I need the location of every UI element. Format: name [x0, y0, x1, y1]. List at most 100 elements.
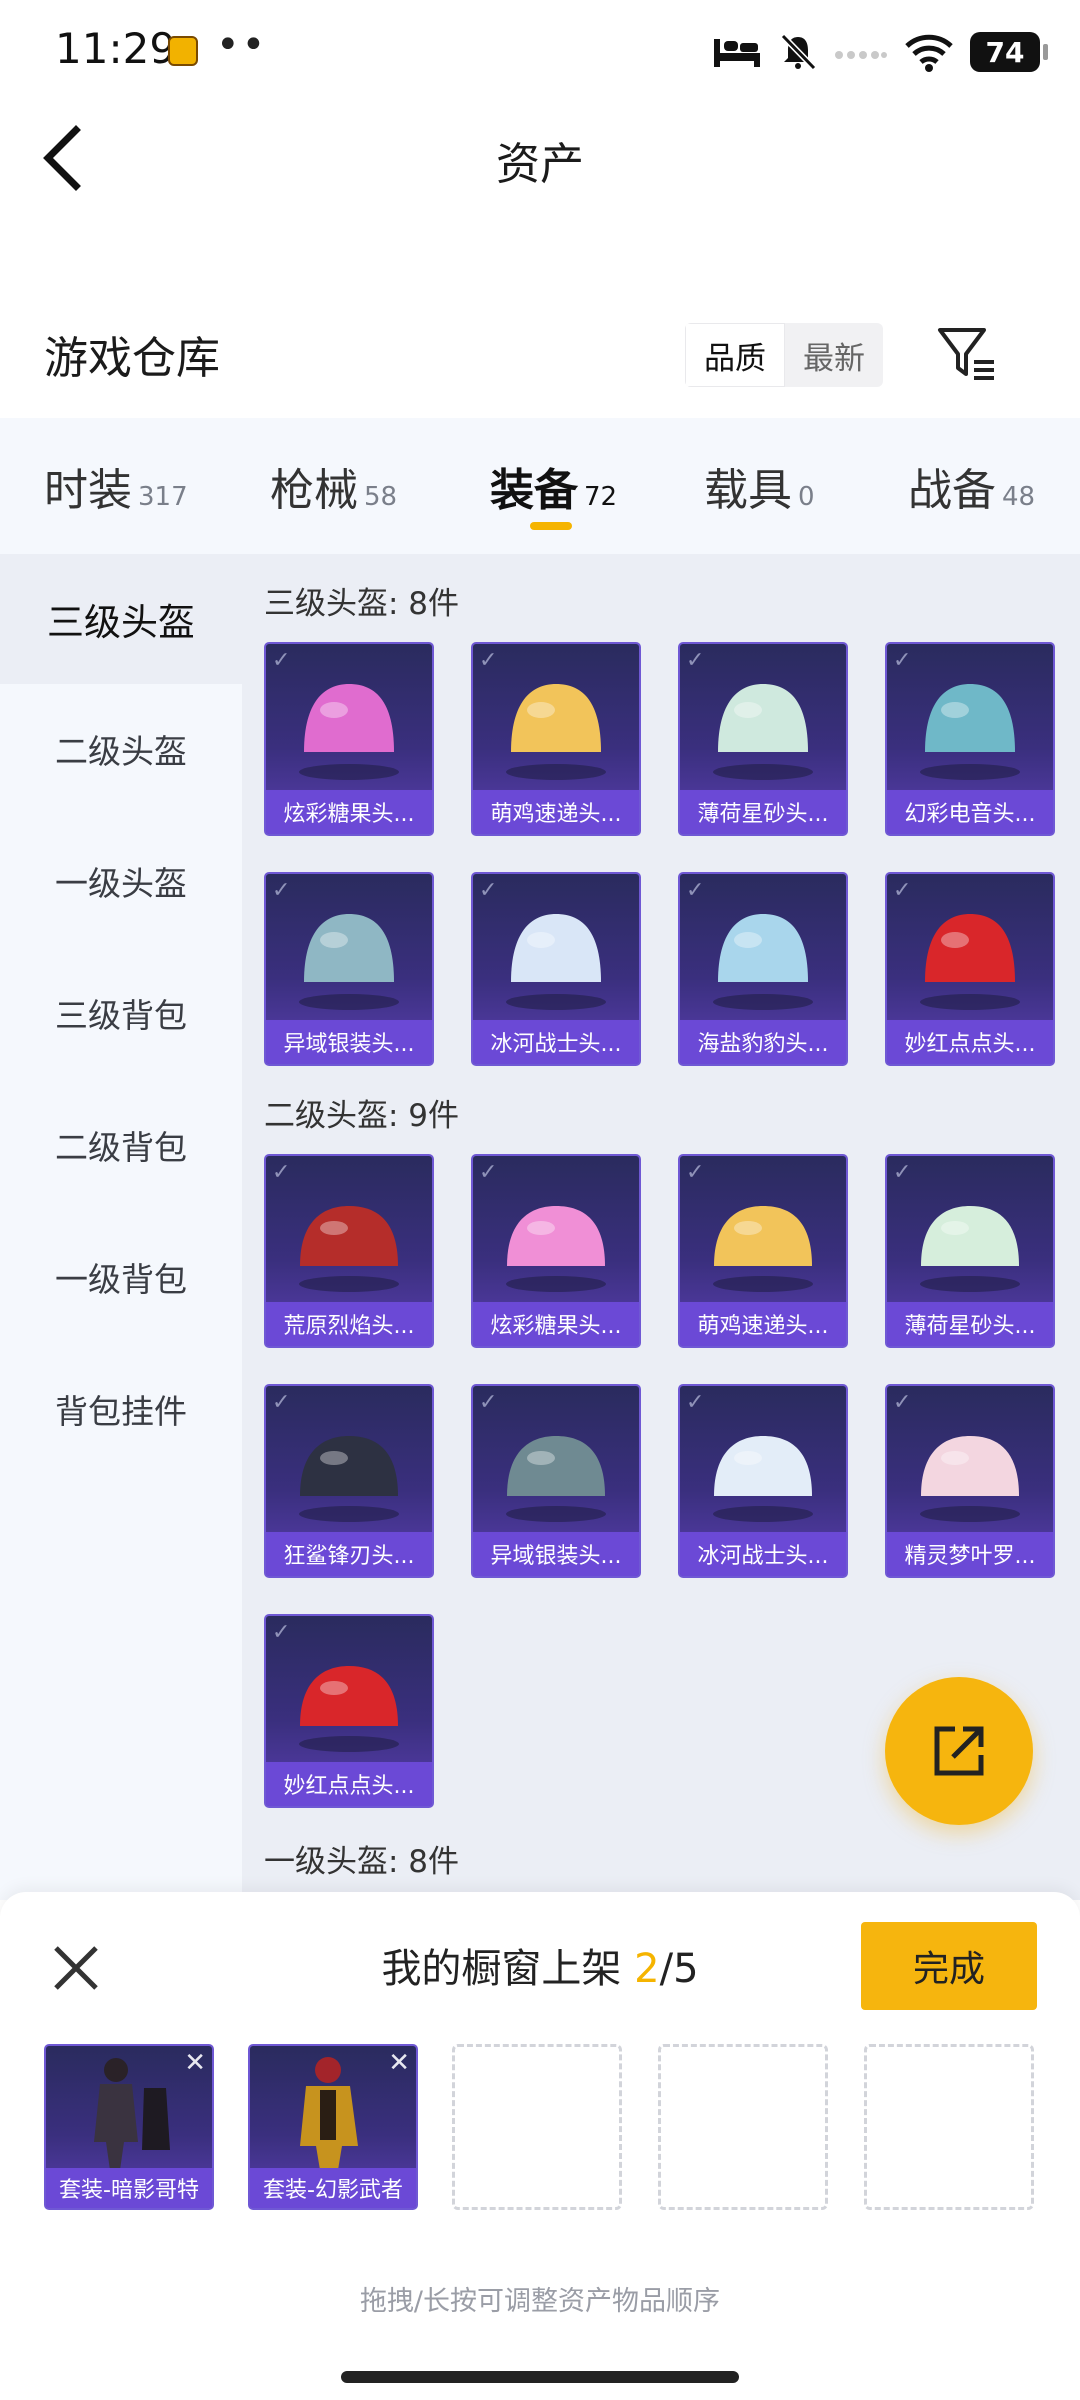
helmet-shape	[925, 914, 1015, 982]
helmet-shape	[925, 684, 1015, 752]
item-name: 薄荷星砂头...	[904, 1314, 1036, 1339]
sidebar-item-level1-backpack[interactable]: 一级背包	[0, 1212, 242, 1342]
item-card[interactable]: ✓ 萌鸡速递头...	[678, 1154, 848, 1348]
item-name: 妙红点点头...	[904, 1032, 1036, 1057]
item-card[interactable]: ✓ 炫彩糖果头...	[264, 642, 434, 836]
status-time: 11:29	[55, 24, 177, 73]
helmet-image	[920, 1436, 1020, 1522]
bed-icon	[714, 39, 760, 67]
warehouse-title: 游戏仓库	[44, 333, 220, 384]
item-card[interactable]: ✓ 薄荷星砂头...	[678, 642, 848, 836]
showcase-count-total: /5	[659, 1946, 699, 1992]
wifi-icon	[905, 34, 953, 72]
helmet-shape	[507, 1436, 605, 1496]
tab-count: 58	[364, 482, 398, 512]
tab-label: 载具	[704, 465, 792, 516]
helmet-image	[299, 1206, 399, 1292]
home-indicator[interactable]	[341, 2371, 739, 2383]
share-button[interactable]	[885, 1677, 1033, 1825]
sort-by-quality[interactable]: 品质	[685, 323, 785, 387]
tab-vehicles[interactable]: 载具 0	[704, 454, 815, 516]
empty-showcase-slot[interactable]	[452, 2044, 622, 2210]
item-card[interactable]: ✓ 幻彩电音头...	[885, 642, 1055, 836]
helmet-image	[920, 684, 1020, 780]
tab-count: 0	[798, 482, 815, 512]
item-card[interactable]: ✓ 冰河战士头...	[678, 1384, 848, 1578]
helmet-image	[713, 1206, 813, 1292]
helmet-shape	[304, 914, 394, 982]
section-title-level1-helmet: 一级头盔: 8件	[264, 1844, 460, 1880]
status-dots: ••	[216, 22, 268, 68]
helmet-shape	[300, 1436, 398, 1496]
helmet-shape	[921, 1436, 1019, 1496]
slot-name: 套装-暗影哥特	[59, 2178, 199, 2203]
item-card[interactable]: ✓ 异域银装头...	[471, 1384, 641, 1578]
active-tab-indicator	[530, 522, 572, 530]
empty-showcase-slot[interactable]	[864, 2044, 1034, 2210]
tab-label: 枪械	[270, 465, 358, 516]
helmet-image	[299, 1666, 399, 1752]
item-card[interactable]: ✓ 萌鸡速递头...	[471, 642, 641, 836]
item-card[interactable]: ✓ 精灵梦叶罗...	[885, 1384, 1055, 1578]
tab-count: 72	[584, 482, 618, 512]
signal-icon	[835, 51, 887, 59]
item-card[interactable]: ✓ 薄荷星砂头...	[885, 1154, 1055, 1348]
tab-count: 48	[1002, 482, 1036, 512]
helmet-image	[920, 914, 1020, 1010]
reorder-hint: 拖拽/长按可调整资产物品顺序	[359, 2286, 721, 2317]
sidebar-item-level3-helmet[interactable]: 三级头盔	[0, 554, 242, 684]
sidebar-item-level2-backpack[interactable]: 二级背包	[0, 1080, 242, 1210]
tab-label: 战备	[908, 465, 996, 516]
item-card[interactable]: ✓ 狂鲨锋刃头...	[264, 1384, 434, 1578]
helmet-image	[713, 684, 813, 780]
battery-level: 74	[985, 35, 1025, 69]
item-name: 狂鲨锋刃头...	[283, 1544, 415, 1569]
sidebar-item-backpack-charm[interactable]: 背包挂件	[0, 1344, 242, 1474]
done-button[interactable]: 完成	[861, 1922, 1037, 2010]
helmet-shape	[511, 684, 601, 752]
sort-by-newest[interactable]: 最新	[785, 323, 883, 387]
item-card[interactable]: ✓ 妙红点点头...	[885, 872, 1055, 1066]
filter-button[interactable]	[934, 322, 998, 386]
item-card[interactable]: ✓ 炫彩糖果头...	[471, 1154, 641, 1348]
item-name: 精灵梦叶罗...	[904, 1544, 1036, 1569]
remove-slot-icon[interactable]: ✕	[184, 2048, 206, 2078]
showcase-slot[interactable]: ✕ 套装-暗影哥特	[44, 2044, 214, 2210]
item-card[interactable]: ✓ 冰河战士头...	[471, 872, 641, 1066]
tab-fashion[interactable]: 时装 317	[44, 454, 188, 516]
section-title-level3-helmet: 三级头盔: 8件	[264, 586, 460, 622]
tab-battle-prep[interactable]: 战备 48	[908, 454, 1036, 516]
tab-label: 装备	[490, 465, 578, 516]
item-card[interactable]: ✓ 海盐豹豹头...	[678, 872, 848, 1066]
sidebar-item-level3-backpack[interactable]: 三级背包	[0, 948, 242, 1078]
item-card[interactable]: ✓ 妙红点点头...	[264, 1614, 434, 1808]
remove-slot-icon[interactable]: ✕	[388, 2048, 410, 2078]
helmet-shape	[300, 1666, 398, 1726]
outfit-shape	[94, 2084, 138, 2170]
showcase-count-current: 2	[634, 1946, 660, 1992]
showcase-slot[interactable]: ✕ 套装-幻影武者	[248, 2044, 418, 2210]
sidebar-item-level2-helmet[interactable]: 二级头盔	[0, 684, 242, 814]
item-name: 荒原烈焰头...	[283, 1314, 415, 1339]
tab-guns[interactable]: 枪械 58	[270, 454, 398, 516]
tab-label: 时装	[44, 465, 132, 516]
sidebar-item-level1-helmet[interactable]: 一级头盔	[0, 816, 242, 946]
item-name: 异域银装头...	[490, 1544, 622, 1569]
tab-equipment[interactable]: 装备 72	[490, 454, 618, 516]
item-name: 薄荷星砂头...	[697, 802, 829, 827]
item-card[interactable]: ✓ 荒原烈焰头...	[264, 1154, 434, 1348]
item-name: 海盐豹豹头...	[697, 1032, 829, 1057]
helmet-shape	[921, 1206, 1019, 1266]
helmet-shape	[718, 684, 808, 752]
helmet-image	[506, 684, 606, 780]
helmet-image	[506, 1206, 606, 1292]
share-icon	[934, 1726, 984, 1776]
showcase-title-text: 我的橱窗上架	[381, 1946, 622, 1992]
section-title-level2-helmet: 二级头盔: 9件	[264, 1098, 460, 1134]
status-bar: 11:29 •• 74	[0, 0, 1080, 100]
item-card[interactable]: ✓ 异域银装头...	[264, 872, 434, 1066]
helmet-image	[299, 914, 399, 1010]
empty-showcase-slot[interactable]	[658, 2044, 828, 2210]
item-name: 妙红点点头...	[283, 1774, 415, 1799]
helmet-shape	[714, 1206, 812, 1266]
